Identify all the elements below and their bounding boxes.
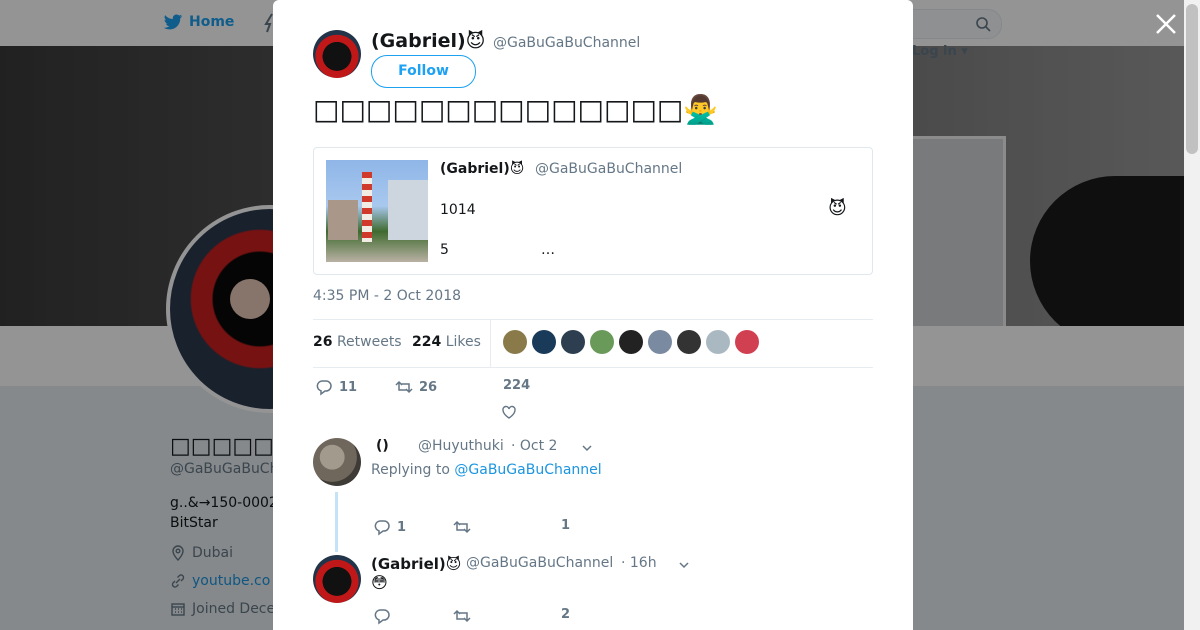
tweet-author-handle[interactable]: @GaBuGaBuChannel xyxy=(493,35,640,51)
retweet-action[interactable]: 26 xyxy=(395,378,437,396)
stats-divider xyxy=(490,320,491,367)
chevron-down-icon[interactable] xyxy=(678,559,690,571)
reply-author-avatar[interactable] xyxy=(313,555,361,603)
liker-avatar[interactable] xyxy=(532,330,556,354)
replying-to-prefix: Replying to xyxy=(371,462,450,478)
reply-action[interactable]: 11 xyxy=(315,378,357,396)
like-count: 2 xyxy=(561,607,571,622)
quoted-author-name: (Gabriel)😈 xyxy=(440,161,525,177)
liker-avatar[interactable] xyxy=(677,330,701,354)
quoted-ellipsis: … xyxy=(541,242,555,258)
quoted-tweet[interactable]: (Gabriel)😈 @GaBuGaBuChannel 1014 😈 5 … xyxy=(313,147,873,275)
like-action[interactable]: 1 xyxy=(561,518,570,533)
page-scrollbar[interactable] xyxy=(1184,0,1200,630)
tweet-stats: 26 Retweets 224 Likes xyxy=(313,319,873,368)
liker-avatar[interactable] xyxy=(706,330,730,354)
reply-date[interactable]: · Oct 2 xyxy=(511,438,557,454)
reply-icon xyxy=(316,380,332,396)
quoted-text-line: 5 xyxy=(440,242,449,258)
liker-avatar[interactable] xyxy=(648,330,672,354)
reply-icon xyxy=(374,520,390,536)
reply-author-handle[interactable]: @GaBuGaBuChannel xyxy=(466,555,613,571)
liker-avatars xyxy=(503,330,759,354)
like-stat-label: Likes xyxy=(445,334,481,350)
replying-to-link[interactable]: @GaBuGaBuChannel xyxy=(454,462,601,478)
like-count: 224 xyxy=(412,334,442,350)
tweet-author-avatar[interactable] xyxy=(313,30,361,78)
quoted-text-line: 1014 xyxy=(440,202,476,218)
like-action[interactable]: 224 xyxy=(503,378,530,393)
liker-avatar[interactable] xyxy=(503,330,527,354)
retweet-icon xyxy=(453,520,471,534)
reply-icon xyxy=(374,609,390,625)
reply-action[interactable] xyxy=(373,607,391,625)
reply-count: 1 xyxy=(397,519,407,535)
liker-avatar[interactable] xyxy=(735,330,759,354)
liker-avatar[interactable] xyxy=(561,330,585,354)
follow-button[interactable]: Follow xyxy=(371,55,476,88)
retweet-action[interactable] xyxy=(453,607,471,625)
reply-author-name[interactable]: (Gabriel)😈 xyxy=(371,555,461,573)
tweet-modal: (Gabriel)😈 @GaBuGaBuChannel Follow □□□□□… xyxy=(273,0,913,630)
reply-count: 11 xyxy=(339,379,358,395)
close-icon[interactable] xyxy=(1154,12,1178,36)
retweet-action-count: 26 xyxy=(419,379,438,395)
like-action[interactable]: 2 xyxy=(561,607,570,622)
chevron-down-icon[interactable] xyxy=(581,442,593,454)
like-count: 1 xyxy=(561,518,571,533)
reply-date[interactable]: · 16h xyxy=(621,555,657,571)
thread-connector xyxy=(335,492,338,552)
retweet-icon xyxy=(395,380,413,394)
like-stat[interactable]: 224 Likes xyxy=(412,334,481,350)
quoted-tweet-image[interactable] xyxy=(326,160,428,262)
retweet-stat-label: Retweets xyxy=(336,334,402,350)
liker-avatar[interactable] xyxy=(619,330,643,354)
reply-author-name[interactable]: () xyxy=(376,438,389,454)
tweet-actions: 11 26 224 xyxy=(313,378,873,420)
scrollbar-thumb[interactable] xyxy=(1186,4,1198,154)
replying-to: Replying to @GaBuGaBuChannel xyxy=(371,462,602,478)
retweet-count: 26 xyxy=(313,334,333,350)
quoted-emoji: 😈 xyxy=(828,198,847,219)
heart-icon[interactable] xyxy=(501,404,517,420)
retweet-icon xyxy=(453,609,471,623)
like-action-count: 224 xyxy=(503,378,531,393)
quoted-author-handle: @GaBuGaBuChannel xyxy=(535,161,683,177)
tweet-text: □□□□□□□□□□□□□□🙅‍♂️ xyxy=(313,93,719,126)
tweet-author-name[interactable]: (Gabriel)😈 xyxy=(371,30,485,52)
reply-author-avatar[interactable] xyxy=(313,438,361,486)
tweet-timestamp[interactable]: 4:35 PM - 2 Oct 2018 xyxy=(313,288,461,304)
reply-emoji: 😳 xyxy=(371,573,388,592)
reply-action[interactable]: 1 xyxy=(373,518,406,536)
reply-author-handle[interactable]: @Huyuthuki xyxy=(418,438,504,454)
liker-avatar[interactable] xyxy=(590,330,614,354)
retweet-action[interactable] xyxy=(453,518,471,536)
retweet-stat[interactable]: 26 Retweets xyxy=(313,334,402,350)
